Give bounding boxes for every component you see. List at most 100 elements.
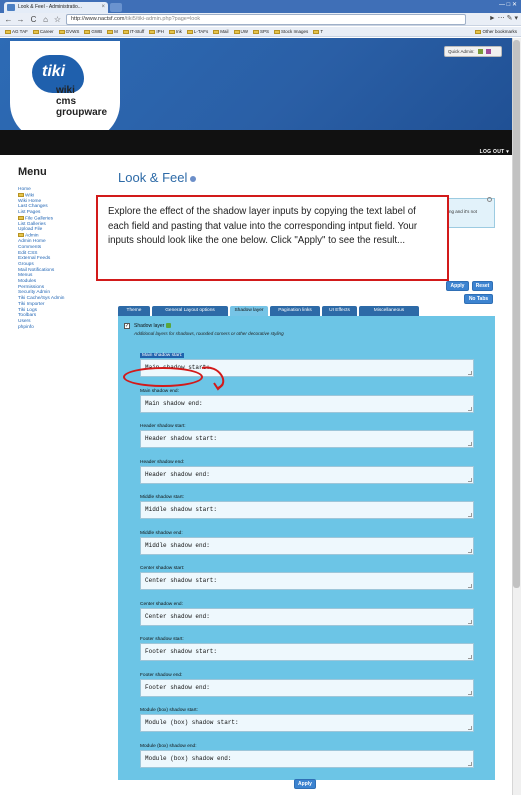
shadow-layer-label-text: Shadow layer xyxy=(134,323,165,329)
bookmark-item[interactable]: L-TAFs xyxy=(186,27,208,36)
bookmark-item[interactable]: Ink xyxy=(168,27,182,36)
folder-icon xyxy=(18,215,24,220)
apply-button-top[interactable]: Apply xyxy=(446,281,469,291)
bookmark-item[interactable]: T xyxy=(313,27,324,36)
shadow-textarea[interactable]: Center shadow start: xyxy=(140,572,474,590)
bookmark-item[interactable]: IT-Stuff xyxy=(122,27,144,36)
resize-grip-icon[interactable] xyxy=(468,442,472,446)
shadow-textarea[interactable]: Main shadow end: xyxy=(140,394,474,413)
back-arrow-icon[interactable]: ← xyxy=(3,14,14,25)
textarea-value: Main shadow end: xyxy=(145,399,203,407)
window-controls[interactable]: — □ ✕ xyxy=(499,1,517,8)
quick-admin-box[interactable]: Quick Admin: xyxy=(444,46,502,57)
browser-tab[interactable]: Look & Feel - Administratio... × xyxy=(4,2,108,13)
site-logo[interactable]: tiki wiki cms groupware xyxy=(10,41,120,141)
scrollbar-thumb[interactable] xyxy=(513,40,520,588)
forward-arrow-icon[interactable]: → xyxy=(15,14,26,25)
shadow-textarea[interactable]: Center shadow end: xyxy=(140,607,474,626)
resize-grip-icon[interactable] xyxy=(468,548,472,553)
folder-icon xyxy=(122,29,129,34)
bookmark-item[interactable]: IPH xyxy=(149,27,164,36)
tab-shadow-layer[interactable]: Shadow layer xyxy=(230,306,268,316)
field-label: Module (box) shadow end: xyxy=(140,743,197,749)
shadow-textarea[interactable]: Footer shadow end: xyxy=(140,678,474,697)
sidebar-item-label: Edit CSS xyxy=(18,250,38,256)
resize-grip-icon[interactable] xyxy=(468,726,472,730)
bookmark-item[interactable]: SPS xyxy=(253,27,269,36)
bookmark-label: M xyxy=(114,29,118,34)
bookmark-item[interactable]: GWB xyxy=(84,27,102,36)
reload-icon[interactable]: C xyxy=(28,14,39,25)
shadow-textarea[interactable]: Header shadow start: xyxy=(140,430,474,448)
field-label: Middle shadow start: xyxy=(140,495,184,500)
page-title-text: Look & Feel xyxy=(118,170,188,185)
help-icon[interactable] xyxy=(190,175,197,182)
bookmark-item[interactable]: Career xyxy=(32,27,54,36)
logout-button[interactable]: LOG OUT ▾ xyxy=(480,149,509,155)
quick-admin-edit-icon[interactable] xyxy=(485,49,491,55)
resize-grip-icon[interactable] xyxy=(468,761,472,766)
home-icon[interactable]: ⌂ xyxy=(40,14,51,25)
browser-tab-title: Look & Feel - Administratio... xyxy=(18,4,82,10)
tab-general-layout-options[interactable]: General Layout options xyxy=(152,306,228,316)
shadow-textarea[interactable]: Module (box) shadow end: xyxy=(140,749,474,768)
sidebar-item[interactable]: phpinfo xyxy=(18,325,98,331)
bookmark-item[interactable]: UW xyxy=(233,27,248,36)
bookmark-item[interactable]: AG TAF xyxy=(5,27,28,36)
field-label: Middle shadow end: xyxy=(140,530,183,536)
resize-grip-icon[interactable] xyxy=(468,655,472,659)
resize-grip-icon[interactable] xyxy=(468,619,472,624)
bookmark-item[interactable]: M xyxy=(107,27,118,36)
resize-grip-icon[interactable] xyxy=(468,406,472,411)
resize-grip-icon[interactable] xyxy=(468,690,472,695)
sidebar-item-label: Users xyxy=(18,318,31,324)
no-tabs-button[interactable]: No Tabs xyxy=(464,294,493,304)
resize-grip-icon[interactable] xyxy=(468,584,472,588)
shadow-textarea[interactable]: Middle shadow start: xyxy=(140,501,474,519)
address-bar[interactable]: http://www.nactsf.com/tiki5/tiki-admin.p… xyxy=(66,14,466,25)
browser-toolbar: ← → C ⌂ ☆ http://www.nactsf.com/tiki5/ti… xyxy=(0,13,521,26)
close-tab-icon[interactable]: × xyxy=(101,2,105,13)
field-label: Main shadow start: xyxy=(140,353,185,358)
close-info-icon[interactable] xyxy=(487,197,492,202)
page-title: Look & Feel xyxy=(118,170,197,185)
bookmark-label: Ink xyxy=(175,29,182,34)
new-tab-button[interactable] xyxy=(110,3,122,12)
sidebar-item-label: Toolbars xyxy=(18,313,37,319)
resize-grip-icon[interactable] xyxy=(468,371,472,375)
bookmark-item[interactable]: GVWS xyxy=(58,27,80,36)
other-bookmarks-label: Other bookmarks xyxy=(482,29,517,34)
bookmark-label: T xyxy=(320,29,324,34)
bookmark-item[interactable]: Stock Images xyxy=(274,27,308,36)
tab-miscellaneous[interactable]: Miscellaneous xyxy=(359,306,419,316)
bookmark-star-icon[interactable]: ☆ xyxy=(52,14,63,25)
tab-theme[interactable]: Theme xyxy=(118,306,150,316)
shadow-textarea[interactable]: Module (box) shadow start: xyxy=(140,714,474,732)
other-bookmarks-folder[interactable]: Other bookmarks xyxy=(470,27,517,36)
folder-icon xyxy=(274,29,281,34)
apply-button-bottom[interactable]: Apply xyxy=(294,779,316,789)
quick-admin-icon[interactable] xyxy=(477,49,483,55)
browser-menu-icons[interactable]: ► ⋯ ✎ ▾ xyxy=(489,14,518,22)
resize-grip-icon[interactable] xyxy=(468,513,472,517)
logo-line-cms: cms xyxy=(56,96,77,107)
bookmark-label: Mail xyxy=(220,29,229,34)
bookmark-label: IPH xyxy=(156,29,164,34)
shadow-textarea[interactable]: Header shadow end: xyxy=(140,465,474,484)
shadow-layer-checkbox[interactable]: ✓ xyxy=(124,323,130,329)
tab-pagination-links[interactable]: Pagination links xyxy=(270,306,320,316)
bookmark-item[interactable]: Mail xyxy=(213,27,229,36)
bookmark-label: GVWS xyxy=(65,29,80,34)
tiki-favicon-icon xyxy=(7,4,15,11)
sidebar-item-label: Home xyxy=(18,187,31,192)
sidebar-item-label: Wiki Home xyxy=(18,198,42,204)
tab-ui-effects[interactable]: UI Effects xyxy=(322,306,357,316)
resize-grip-icon[interactable] xyxy=(468,477,472,482)
field-label: Header shadow start: xyxy=(140,424,186,429)
shadow-textarea[interactable]: Footer shadow start: xyxy=(140,643,474,661)
textarea-value: Header shadow end: xyxy=(145,470,210,478)
field-label: Footer shadow end: xyxy=(140,672,183,678)
shadow-textarea[interactable]: Middle shadow end: xyxy=(140,536,474,555)
reset-button[interactable]: Reset xyxy=(472,281,493,291)
sidebar-item-label: List Galleries xyxy=(18,221,46,227)
